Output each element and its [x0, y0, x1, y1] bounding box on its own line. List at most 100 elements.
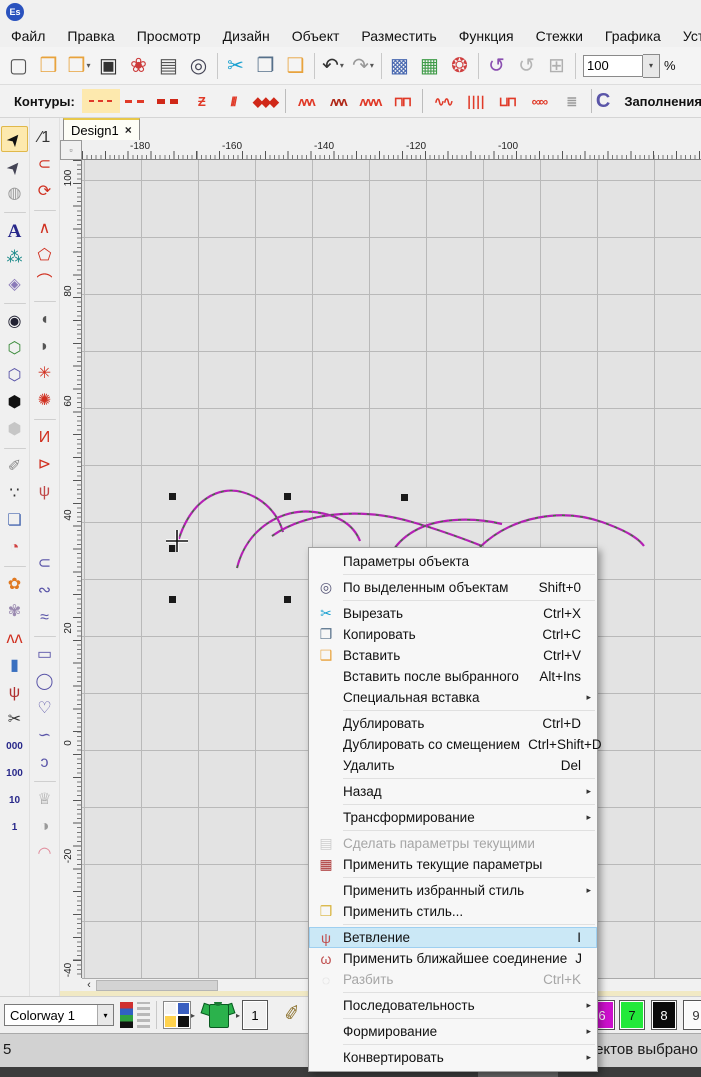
cm-break-apart[interactable]: ◌ Разбить Ctrl+K — [309, 969, 597, 990]
paste-icon[interactable]: ❑ — [281, 51, 311, 81]
selection-handle[interactable] — [169, 493, 176, 500]
cm-shaping[interactable]: Формирование ▸ — [309, 1021, 597, 1042]
cm-paste-special[interactable]: Специальная вставка ▸ — [309, 687, 597, 708]
menu-setup[interactable]: Установка — [672, 26, 701, 46]
open-shape-tool[interactable]: ∧ — [32, 217, 57, 241]
palette-dropdown-arrow-icon[interactable]: ▸ — [191, 1011, 195, 1020]
knife-tool[interactable]: ✐ — [2, 455, 27, 479]
cm-duplicate-offset[interactable]: Дублировать со смещением Ctrl+Shift+D — [309, 734, 597, 755]
fusion-tool[interactable]: ⊳ — [32, 453, 57, 477]
stitch-step-outline[interactable]: ⊓⊓ — [387, 89, 417, 113]
team-names-tool[interactable]: ⁂ — [2, 246, 27, 270]
thread-palette-icon[interactable] — [163, 1001, 191, 1029]
lettering-tool[interactable]: A — [2, 219, 27, 243]
open-recent-icon[interactable]: ❒▾ — [64, 51, 94, 81]
print-preview-icon[interactable]: ◎ — [184, 51, 214, 81]
color-picker-pen-icon[interactable]: ✐ — [282, 1000, 303, 1028]
freehand-line-tool[interactable]: ∽ — [32, 724, 57, 748]
punch-tool-icon[interactable]: ↺ — [482, 51, 512, 81]
tab-close-icon[interactable]: × — [125, 123, 132, 137]
cm-paste-after[interactable]: Вставить после выбранного Alt+Ins — [309, 666, 597, 687]
stitch-triple-outline[interactable] — [122, 89, 152, 113]
ellipse-tool[interactable]: ◯ — [32, 670, 57, 694]
cm-convert[interactable]: Конвертировать ▸ — [309, 1047, 597, 1068]
cm-closest-join[interactable]: ω Применить ближайшее соединение J — [309, 948, 597, 969]
stitch-stemstitch[interactable]: ʌʌʌ — [323, 89, 353, 113]
cm-sequence[interactable]: Последовательность ▸ — [309, 995, 597, 1016]
copy-icon[interactable]: ❐ — [251, 51, 281, 81]
rotate-digitize-tool[interactable]: ⟳ — [32, 180, 57, 204]
wave-tool[interactable]: ≈ — [32, 606, 57, 630]
embroidery-curve[interactable] — [177, 491, 283, 545]
colorway-bars-icon[interactable] — [120, 1002, 133, 1028]
redo-icon[interactable]: ↷▾ — [348, 51, 378, 81]
save-icon[interactable]: ▣ — [94, 51, 124, 81]
rectangle-tool[interactable]: ▭ — [32, 643, 57, 667]
swatch-7[interactable]: 7 — [619, 1000, 645, 1030]
cm-delete[interactable]: Удалить Del — [309, 755, 597, 776]
swatch-9[interactable]: 9 — [683, 1000, 701, 1030]
run-digitize-tool[interactable]: ∕1 — [32, 126, 57, 150]
zigzag-stitch-tool[interactable]: ʌʌ — [2, 627, 27, 651]
stitch-bars[interactable]: ≣ — [556, 89, 586, 113]
cut-icon[interactable]: ✂ — [221, 51, 251, 81]
zoom-level-input[interactable] — [583, 55, 643, 77]
scroll-left-icon[interactable]: ‹ — [82, 979, 96, 991]
cm-transform[interactable]: Трансформирование ▸ — [309, 807, 597, 828]
selection-handle[interactable] — [169, 596, 176, 603]
closed-shape-tool[interactable]: ⬠ — [32, 244, 57, 268]
select-tool[interactable]: ➤ — [1, 126, 28, 152]
cm-copy[interactable]: ❐ Копировать Ctrl+C — [309, 624, 597, 645]
print-icon[interactable]: ▤ — [154, 51, 184, 81]
menu-design[interactable]: Дизайн — [212, 26, 281, 46]
measure-tool[interactable]: ∵ — [2, 482, 27, 506]
menu-stitches[interactable]: Стежки — [525, 26, 594, 46]
zoom-dropdown-arrow-icon[interactable]: ▾ — [643, 54, 660, 78]
hexagon-dot-tool[interactable]: ⬡ — [2, 337, 27, 361]
cm-zoom-to-selected[interactable]: ◎ По выделенным объектам Shift+0 — [309, 577, 597, 598]
menu-function[interactable]: Функция — [448, 26, 525, 46]
flower-fill-tool[interactable]: ✿ — [2, 573, 27, 597]
arc-digitize-tool[interactable]: ⊂ — [32, 153, 57, 177]
stitch-coil[interactable]: ∞∞ — [524, 89, 554, 113]
monogram-tool[interactable]: ◈ — [2, 273, 27, 297]
stitch-backstitch[interactable]: ʌʌʌ — [291, 89, 321, 113]
hexagon-black-tool[interactable]: ⬢ — [2, 391, 27, 415]
selection-handle[interactable] — [284, 596, 291, 603]
stitch-wave[interactable]: ∿∿ — [428, 89, 458, 113]
star-burst-tool[interactable]: ✳ — [32, 362, 57, 386]
new-document-icon[interactable]: ▢ — [4, 51, 34, 81]
stitch-satin-outline[interactable]: /// — [218, 89, 248, 113]
stitch-dense-columns[interactable]: ∣∣∣∣ — [460, 89, 490, 113]
cm-duplicate[interactable]: Дублировать Ctrl+D — [309, 713, 597, 734]
hexagon-gray-tool[interactable]: ⬢ — [2, 418, 27, 442]
stitch-motif-outline[interactable]: ◆◆◆ — [250, 89, 280, 113]
curve-c-tool[interactable]: ⊂ — [32, 552, 57, 576]
cm-cut[interactable]: ✂ Вырезать Ctrl+X — [309, 603, 597, 624]
thread-spool-tool[interactable]: ▮ — [2, 654, 27, 678]
column-band-tool[interactable]: ⌒ — [32, 271, 57, 295]
count-10[interactable]: 10 — [2, 789, 27, 813]
tab-design1[interactable]: Design1 × — [63, 118, 140, 140]
cm-apply-style[interactable]: ❒ Применить стиль... — [309, 901, 597, 922]
scrollbar-thumb[interactable] — [96, 980, 218, 991]
undo-icon[interactable]: ↶▾ — [318, 51, 348, 81]
selection-handle[interactable] — [284, 493, 291, 500]
cm-apply-favorite-style[interactable]: Применить избранный стиль ▸ — [309, 880, 597, 901]
color-swatch-1[interactable]: 1 — [242, 1000, 268, 1030]
ruler-origin-button[interactable]: ▫ — [60, 140, 82, 160]
overlap-reshape-tool[interactable]: ◍ — [2, 182, 27, 206]
menu-object[interactable]: Объект — [281, 26, 351, 46]
import-artwork-icon[interactable]: ▩ — [385, 51, 415, 81]
hexagon-c-tool[interactable]: ⬡ — [2, 364, 27, 388]
menu-edit[interactable]: Правка — [56, 26, 125, 46]
fringe-tool[interactable]: ◠ — [32, 842, 57, 866]
stitch-zigzag-outline[interactable]: Ƶ — [186, 89, 216, 113]
menu-graphics[interactable]: Графика — [594, 26, 672, 46]
flower-outline-tool[interactable]: ✾ — [2, 600, 27, 624]
menu-arrange[interactable]: Разместить — [350, 26, 447, 46]
menu-file[interactable]: Файл — [0, 26, 56, 46]
garment-tshirt-icon[interactable] — [202, 1000, 234, 1028]
hoop-icon[interactable]: ⊞ — [542, 51, 572, 81]
freehand-shape-tool[interactable]: ↄ — [32, 751, 57, 775]
